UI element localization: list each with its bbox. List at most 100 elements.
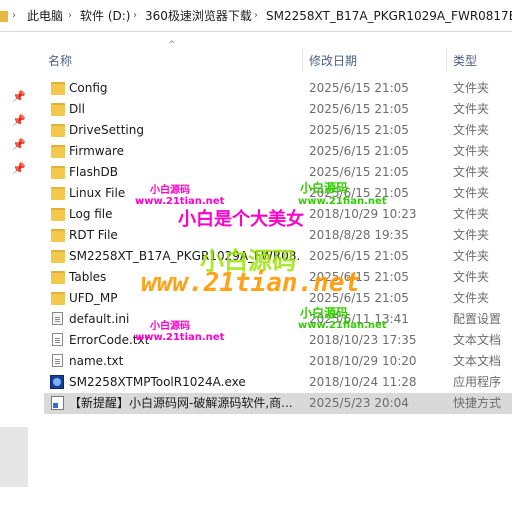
file-type: 文件夹 [453,81,490,95]
file-name: RDT File [69,228,118,242]
file-row[interactable]: ErrorCode.txt 2018/10/23 17:35 文本文档 [44,330,512,351]
file-modified-date: 2025/6/15 21:05 [309,291,409,305]
file-type: 文本文档 [453,333,502,347]
file-row[interactable]: Firmware 2025/6/15 21:05 文件夹 [44,141,512,162]
file-type: 配置设置 [453,312,502,326]
file-row[interactable]: SM2258XT_B17A_PKGR1029A_FWR08... 2025/6/1… [44,246,512,267]
folder-icon [51,82,65,95]
breadcrumb-current-folder[interactable]: SM2258XT_B17A_PKGR1029A_FWR0817B0 [266,0,512,32]
file-row[interactable]: name.txt 2018/10/29 10:20 文本文档 [44,351,512,372]
sort-ascending-icon: ^ [168,40,176,50]
file-modified-date: 2018/8/28 19:35 [309,228,409,242]
text-file-icon [52,354,63,367]
address-bar[interactable]: › 此电脑 › 软件 (D:) › 360极速浏览器下载 › SM2258XT_… [0,0,512,32]
file-modified-date: 2025/6/15 21:05 [309,270,409,284]
file-type: 文件夹 [453,270,490,284]
file-modified-date: 2025/6/15 21:05 [309,102,409,116]
column-header-date[interactable]: 修改日期 [309,52,357,70]
file-row[interactable]: Log file 2018/10/29 10:23 文件夹 [44,204,512,225]
exe-app-icon [50,375,64,389]
folder-icon [51,145,65,158]
folder-icon [51,187,65,200]
folder-icon [51,208,65,221]
file-row[interactable]: RDT File 2018/8/28 19:35 文件夹 [44,225,512,246]
file-row[interactable]: Config 2025/6/15 21:05 文件夹 [44,78,512,99]
file-type: 文件夹 [453,102,490,116]
column-header-name[interactable]: 名称 [48,52,72,70]
file-row[interactable]: DriveSetting 2025/6/15 21:05 文件夹 [44,120,512,141]
folder-icon [51,103,65,116]
file-modified-date: 2025/6/15 21:05 [309,123,409,137]
navigation-pane[interactable]: 📌 📌 📌 📌 [0,33,36,519]
folder-icon [51,124,65,137]
column-headers: ^ 名称 修改日期 类型 [36,40,512,80]
chevron-right-icon: › [68,10,72,21]
file-row[interactable]: Dll 2025/6/15 21:05 文件夹 [44,99,512,120]
pin-icon[interactable]: 📌 [12,115,26,127]
file-name: Log file [69,207,113,221]
file-name: default.ini [69,312,130,326]
file-name: SM2258XT_B17A_PKGR1029A_FWR08... [69,249,299,263]
file-name: FlashDB [69,165,118,179]
file-modified-date: 2018/10/24 11:28 [309,375,417,389]
column-divider[interactable] [302,48,303,72]
breadcrumb-this-pc[interactable]: 此电脑 [27,0,63,32]
column-header-type[interactable]: 类型 [453,52,477,70]
pin-icon[interactable]: 📌 [12,139,26,151]
file-modified-date: 2025/6/15 21:05 [309,81,409,95]
file-name: Tables [69,270,107,284]
file-name: Dll [69,102,85,116]
chevron-right-icon: › [133,10,137,21]
file-type: 文件夹 [453,291,490,305]
file-type: 文本文档 [453,354,502,368]
file-row[interactable]: Tables 2025/6/15 21:05 文件夹 [44,267,512,288]
folder-icon [51,166,65,179]
chevron-right-icon: › [254,10,258,21]
file-modified-date: 2025/6/11 13:41 [309,312,409,326]
file-modified-date: 2025/6/15 21:05 [309,186,409,200]
folder-icon [51,229,65,242]
file-type: 文件夹 [453,144,490,158]
file-modified-date: 2025/5/23 20:04 [309,396,409,410]
file-name: name.txt [69,354,124,368]
file-type: 文件夹 [453,165,490,179]
file-name: Linux File [69,186,126,200]
file-row[interactable]: SM2258XTMPToolR1024A.exe 2018/10/24 11:28… [44,372,512,393]
file-modified-date: 2018/10/29 10:20 [309,354,417,368]
ini-file-icon [52,312,63,325]
folder-icon [51,250,65,263]
folder-icon [51,271,65,284]
breadcrumb-drive-d[interactable]: 软件 (D:) [80,0,130,32]
file-name: 【新提醒】小白源码网-破解源码软件,商... [69,396,293,410]
file-name: UFD_MP [69,291,118,305]
file-modified-date: 2018/10/29 10:23 [309,207,417,221]
folder-icon [51,292,65,305]
pin-icon[interactable]: 📌 [12,163,26,175]
pin-icon[interactable]: 📌 [12,91,26,103]
file-type: 快捷方式 [453,396,502,410]
file-type: 文件夹 [453,249,490,263]
shortcut-icon [51,396,64,410]
file-name: ErrorCode.txt [69,333,150,347]
file-modified-date: 2025/6/15 21:05 [309,249,409,263]
file-row[interactable]: default.ini 2025/6/11 13:41 配置设置 [44,309,512,330]
breadcrumb-download-folder[interactable]: 360极速浏览器下载 [145,0,252,32]
file-row[interactable]: Linux File 2025/6/15 21:05 文件夹 [44,183,512,204]
file-row[interactable]: FlashDB 2025/6/15 21:05 文件夹 [44,162,512,183]
file-modified-date: 2018/10/23 17:35 [309,333,417,347]
text-file-icon [52,333,63,346]
folder-icon [0,11,8,22]
file-type: 文件夹 [453,228,490,242]
file-name: Firmware [69,144,124,158]
file-type: 应用程序 [453,375,502,389]
file-name: SM2258XTMPToolR1024A.exe [69,375,246,389]
file-type: 文件夹 [453,123,490,137]
file-type: 文件夹 [453,207,490,221]
file-name: DriveSetting [69,123,144,137]
file-type: 文件夹 [453,186,490,200]
file-modified-date: 2025/6/15 21:05 [309,144,409,158]
nav-selected-item[interactable] [0,427,28,487]
file-row[interactable]: 【新提醒】小白源码网-破解源码软件,商... 2025/5/23 20:04 快捷方… [44,393,512,414]
file-row[interactable]: UFD_MP 2025/6/15 21:05 文件夹 [44,288,512,309]
column-divider[interactable] [446,48,447,72]
